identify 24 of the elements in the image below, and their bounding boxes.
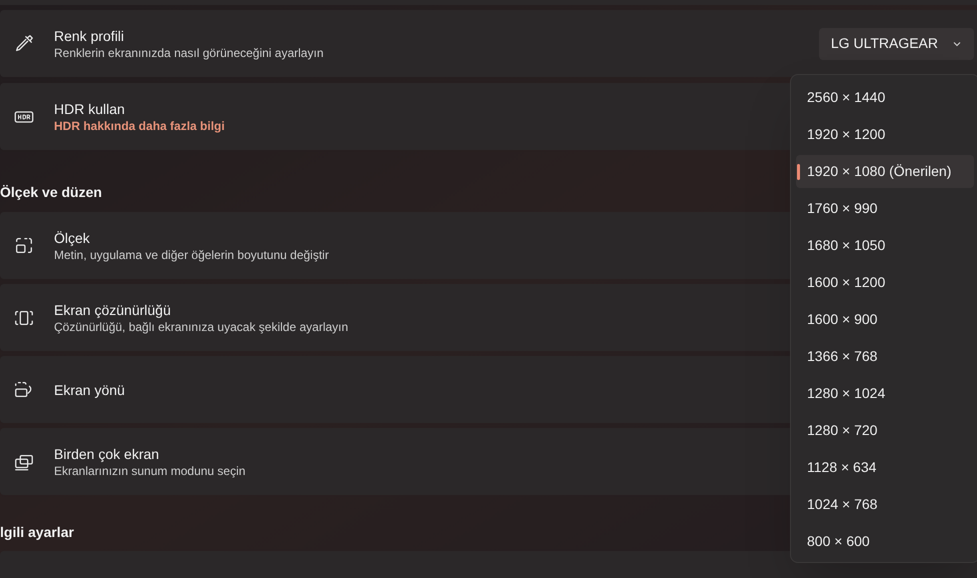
setting-title: Ekran yönü: [54, 380, 125, 398]
menu-item[interactable]: 1920 × 1080 (Önerilen): [796, 155, 974, 188]
menu-item[interactable]: 1280 × 1024: [796, 377, 974, 410]
setting-title: Renk profili: [54, 26, 124, 44]
setting-card[interactable]: Renk profili Renklerin ekranınızda nasıl görüneceğini ayarlayın LG ULTRAGEAR: [0, 10, 977, 77]
section-heading: lgili ayarlar: [0, 523, 74, 542]
menu-item[interactable]: 800 × 600: [796, 525, 974, 558]
menu-item[interactable]: 1920 × 1200: [796, 118, 974, 151]
setting-title: Birden çok ekran: [54, 444, 160, 462]
setting-description: Çözünürlüğü, bağlı ekranınıza uyacak şekilde ayarlayın: [54, 318, 348, 334]
setting-description: Metin, uygulama ve diğer öğelerin boyutunu değiştir: [54, 246, 329, 262]
setting-title: Ölçek: [54, 228, 90, 246]
menu-item[interactable]: 1128 × 634: [796, 451, 974, 484]
setting-description: Ekranlarınızın sunum modunu seçin: [54, 462, 246, 478]
menu-item[interactable]: 2560 × 1440: [796, 81, 974, 114]
menu-item[interactable]: 1680 × 1050: [796, 229, 974, 262]
section-heading: Ölçek ve düzen: [0, 183, 102, 202]
profile-dropdown[interactable]: LG ULTRAGEAR: [818, 28, 974, 60]
setting-description: Renklerin ekranınızda nasıl görüneceğini ayarlayın: [54, 44, 324, 60]
setting-title: Ekran çözünürlüğü: [54, 300, 171, 318]
selection-indicator: [797, 164, 800, 180]
setting-title: HDR kullan: [54, 100, 125, 118]
menu-item[interactable]: 1600 × 900: [796, 303, 974, 336]
learn-more-link[interactable]: HDR hakkında daha fazla bilgi: [54, 118, 225, 134]
